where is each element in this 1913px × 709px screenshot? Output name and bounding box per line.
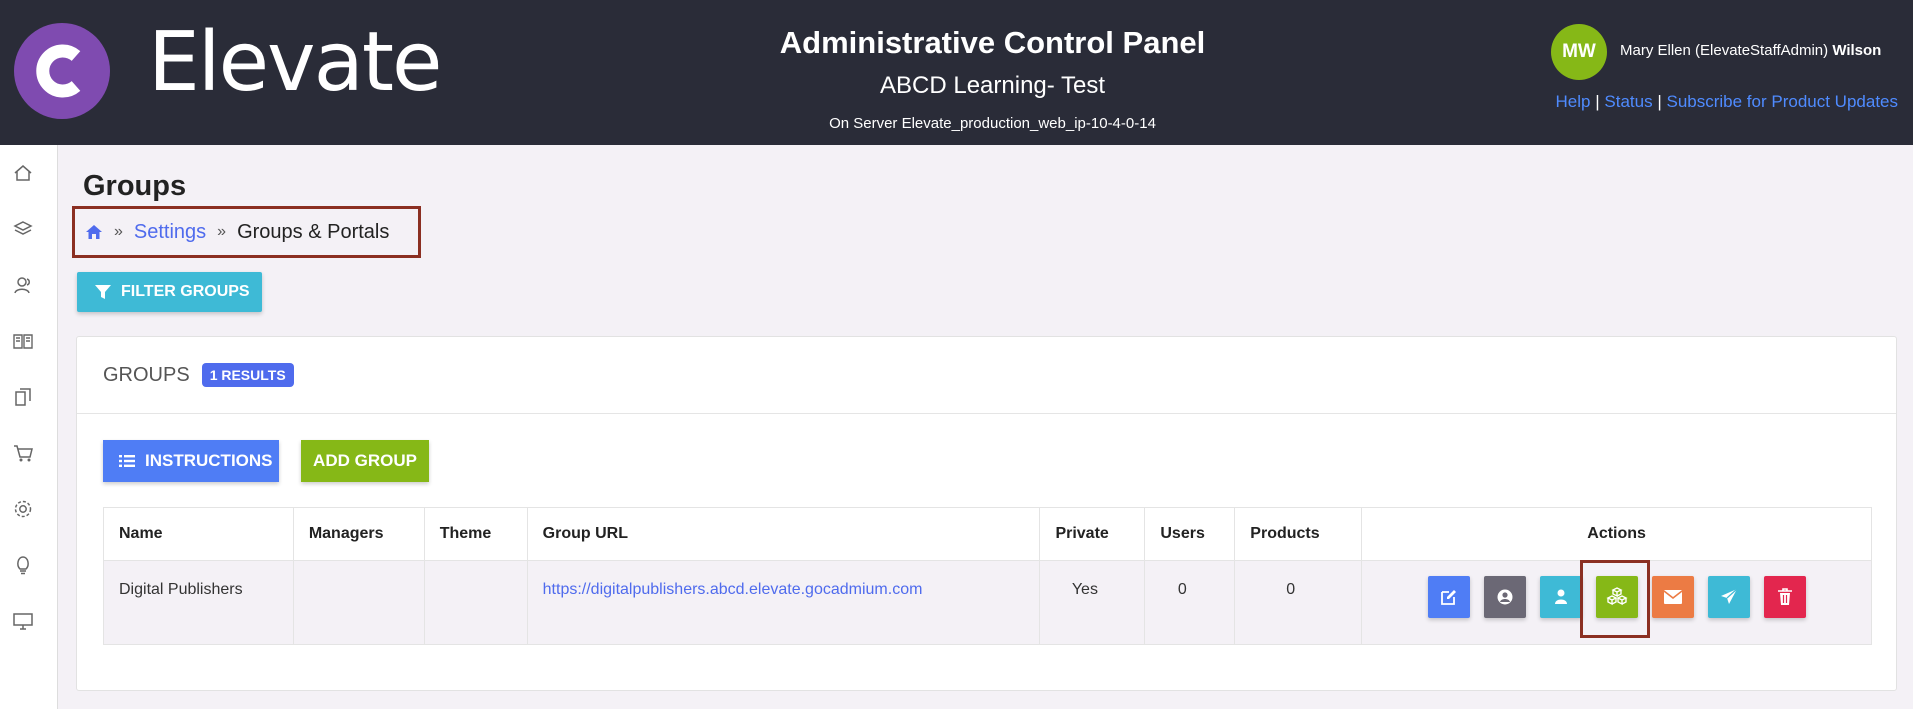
products-button-highlight bbox=[1580, 560, 1650, 638]
copy-icon[interactable] bbox=[12, 386, 34, 408]
cart-icon[interactable] bbox=[12, 442, 34, 464]
gear-icon[interactable] bbox=[12, 498, 34, 520]
avatar[interactable]: MW bbox=[1551, 24, 1607, 80]
column-header: Actions bbox=[1361, 507, 1872, 561]
book-icon[interactable] bbox=[12, 330, 34, 352]
paper-plane-icon bbox=[1720, 588, 1737, 604]
group-url-link[interactable]: https://digitalpublishers.abcd.elevate.g… bbox=[543, 581, 923, 598]
column-header[interactable]: Private bbox=[1039, 507, 1146, 561]
instructions-label: INSTRUCTIONS bbox=[145, 451, 273, 470]
help-link[interactable]: Help bbox=[1556, 92, 1591, 111]
home-icon[interactable] bbox=[12, 162, 34, 184]
group-users: 0 bbox=[1144, 560, 1236, 645]
breadcrumb: » Settings » Groups & Portals bbox=[72, 206, 421, 258]
user-name-last: Wilson bbox=[1832, 42, 1882, 59]
results-badge: 1 RESULTS bbox=[201, 363, 294, 387]
user-button[interactable] bbox=[1539, 576, 1582, 618]
panel-title: GROUPS bbox=[103, 363, 190, 386]
column-header[interactable]: Users bbox=[1144, 507, 1236, 561]
top-header: Elevate Administrative Control Panel ABC… bbox=[0, 0, 1913, 145]
lightbulb-icon[interactable] bbox=[12, 554, 34, 576]
panel-title: Administrative Control Panel bbox=[779, 25, 1206, 60]
breadcrumb-separator: » bbox=[114, 223, 123, 240]
filter-groups-label: FILTER GROUPS bbox=[121, 283, 250, 300]
column-header[interactable]: Products bbox=[1234, 507, 1363, 561]
edit-icon bbox=[1440, 590, 1456, 605]
breadcrumb-current: Groups & Portals bbox=[237, 220, 390, 243]
trash-icon bbox=[1777, 588, 1792, 605]
status-link[interactable]: Status bbox=[1604, 92, 1652, 111]
group-theme bbox=[423, 560, 528, 645]
link-separator: | bbox=[1657, 92, 1662, 111]
instructions-button[interactable]: INSTRUCTIONS bbox=[103, 440, 279, 482]
breadcrumb-separator: » bbox=[217, 223, 227, 240]
panel-header: GROUPS 1 RESULTS bbox=[77, 337, 1896, 414]
elevate-logo[interactable] bbox=[14, 23, 110, 119]
filter-icon bbox=[95, 285, 111, 299]
column-header[interactable]: Managers bbox=[292, 507, 425, 561]
user-name-first: Mary Ellen (ElevateStaffAdmin) bbox=[1620, 42, 1829, 59]
subscribe-link[interactable]: Subscribe for Product Updates bbox=[1666, 92, 1898, 111]
table-header-row: Name Managers Theme Group URL Private Us… bbox=[103, 507, 1872, 561]
sidebar bbox=[0, 145, 58, 709]
users-icon[interactable] bbox=[12, 274, 34, 296]
user-circle-icon bbox=[1497, 589, 1513, 605]
column-header[interactable]: Group URL bbox=[526, 507, 1041, 561]
filter-groups-button[interactable]: FILTER GROUPS bbox=[77, 272, 262, 312]
group-private: Yes bbox=[1039, 560, 1146, 645]
header-links: Help | Status | Subscribe for Product Up… bbox=[1556, 92, 1898, 112]
user-icon bbox=[1554, 589, 1567, 604]
link-separator: | bbox=[1595, 92, 1600, 111]
server-info: On Server Elevate_production_web_ip-10-4… bbox=[829, 115, 1156, 132]
header-center: Administrative Control Panel ABCD Learni… bbox=[700, 22, 1285, 132]
add-group-button[interactable]: ADD GROUP bbox=[301, 440, 429, 482]
user-name: Mary Ellen (ElevateStaffAdmin) Wilson bbox=[1620, 42, 1881, 59]
logo-c-icon bbox=[36, 44, 81, 98]
envelope-icon bbox=[1663, 590, 1682, 604]
monitor-icon[interactable] bbox=[12, 610, 34, 632]
group-products: 0 bbox=[1234, 560, 1363, 645]
group-name: Digital Publishers bbox=[103, 560, 294, 645]
list-icon bbox=[119, 455, 135, 467]
delete-button[interactable] bbox=[1763, 576, 1806, 618]
column-header[interactable]: Theme bbox=[423, 507, 528, 561]
email-button[interactable] bbox=[1651, 576, 1694, 618]
layers-icon[interactable] bbox=[12, 218, 34, 240]
page-title: Groups bbox=[83, 170, 187, 202]
send-button[interactable] bbox=[1707, 576, 1750, 618]
profile-button[interactable] bbox=[1483, 576, 1526, 618]
home-icon[interactable] bbox=[85, 224, 103, 240]
column-header[interactable]: Name bbox=[103, 507, 294, 561]
edit-button[interactable] bbox=[1427, 576, 1470, 618]
brand-name: Elevate bbox=[148, 15, 442, 110]
org-name: ABCD Learning- Test bbox=[880, 72, 1105, 99]
group-managers bbox=[292, 560, 425, 645]
breadcrumb-settings[interactable]: Settings bbox=[134, 221, 206, 244]
